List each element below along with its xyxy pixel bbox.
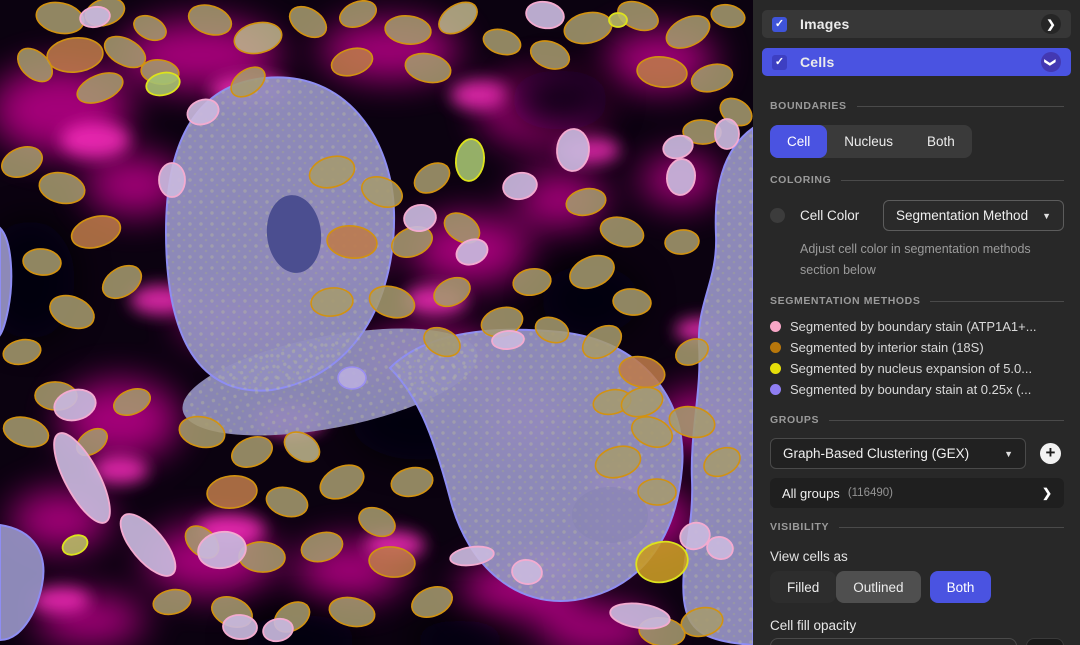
images-checkbox[interactable]: ✓ <box>772 17 787 32</box>
section-divider <box>841 180 1064 181</box>
cell-color-dropdown-value: Segmentation Method <box>896 208 1028 223</box>
segmentation-method-item[interactable]: Segmented by boundary stain at 0.25x (..… <box>770 379 1064 400</box>
boundaries-option-both[interactable]: Both <box>910 125 972 158</box>
section-divider <box>857 106 1064 107</box>
segmentation-method-item[interactable]: Segmented by boundary stain (ATP1A1+... <box>770 316 1064 337</box>
microscopy-viewport[interactable] <box>0 0 753 645</box>
method-color-dot-orange <box>770 342 781 353</box>
section-divider <box>839 527 1064 528</box>
method-color-dot-yellow <box>770 363 781 374</box>
boundaries-section-header: BOUNDARIES <box>770 100 847 112</box>
clustering-dropdown-value: Graph-Based Clustering (GEX) <box>783 446 969 461</box>
cell-color-dropdown[interactable]: Segmentation Method ▼ <box>883 200 1064 231</box>
clustering-dropdown[interactable]: Graph-Based Clustering (GEX) ▼ <box>770 438 1026 469</box>
cells-checkbox[interactable]: ✓ <box>772 55 787 70</box>
segmentation-method-item[interactable]: Segmented by interior stain (18S) <box>770 337 1064 358</box>
images-layer-label: Images <box>800 16 849 32</box>
boundaries-option-cell[interactable]: Cell <box>770 125 827 158</box>
coloring-section-header: COLORING <box>770 174 831 186</box>
method-color-dot-violet <box>770 384 781 395</box>
segmentation-methods-list: Segmented by boundary stain (ATP1A1+... … <box>770 316 1064 400</box>
view-cells-button-group: Filled Outlined Both <box>770 571 1064 603</box>
section-divider <box>829 420 1064 421</box>
all-groups-label: All groups <box>782 486 840 501</box>
segmentation-method-item[interactable]: Segmented by nucleus expansion of 5.0... <box>770 358 1064 379</box>
view-option-outlined[interactable]: Outlined <box>836 571 920 603</box>
section-divider <box>930 301 1064 302</box>
dropdown-caret-icon: ▼ <box>1042 211 1051 221</box>
all-groups-count: (116490) <box>848 487 893 499</box>
view-option-both[interactable]: Both <box>930 571 992 603</box>
cells-settings-panel: ✓ Images ❯ ✓ Cells ❯ BOUNDARIES Cell Nuc… <box>753 0 1080 645</box>
boundaries-segmented-control: Cell Nucleus Both <box>770 125 972 158</box>
cell-fill-opacity-slider[interactable] <box>770 638 1017 645</box>
visibility-section-header: VISIBILITY <box>770 521 829 533</box>
method-color-dot-pink <box>770 321 781 332</box>
segmentation-methods-section-header: SEGMENTATION METHODS <box>770 295 920 307</box>
chevron-right-icon[interactable]: ❯ <box>1041 14 1061 34</box>
view-cells-as-label: View cells as <box>770 549 1064 564</box>
cell-color-label: Cell Color <box>800 208 859 223</box>
app-window: ✓ Images ❯ ✓ Cells ❯ BOUNDARIES Cell Nuc… <box>0 0 1080 645</box>
all-groups-row[interactable]: All groups (116490) ❯ <box>770 478 1064 508</box>
cell-color-swatch-disabled <box>770 208 785 223</box>
add-group-button[interactable]: + <box>1040 443 1061 464</box>
chevron-down-icon[interactable]: ❯ <box>1041 52 1061 72</box>
groups-section-header: GROUPS <box>770 414 819 426</box>
chevron-right-icon: ❯ <box>1042 486 1052 500</box>
view-option-filled[interactable]: Filled <box>770 571 836 603</box>
dropdown-caret-icon: ▼ <box>1004 449 1013 459</box>
cell-fill-opacity-value[interactable]: 50 <box>1026 638 1064 645</box>
coloring-helper-text: Adjust cell color in segmentation method… <box>800 239 1052 280</box>
cell-boundary-025x <box>338 367 366 389</box>
microscopy-image <box>0 0 753 645</box>
boundaries-option-nucleus[interactable]: Nucleus <box>827 125 910 158</box>
cell-fill-opacity-label: Cell fill opacity <box>770 618 1064 633</box>
layer-row-images[interactable]: ✓ Images ❯ <box>762 10 1071 38</box>
cells-layer-label: Cells <box>800 54 834 70</box>
layer-row-cells[interactable]: ✓ Cells ❯ <box>762 48 1071 76</box>
